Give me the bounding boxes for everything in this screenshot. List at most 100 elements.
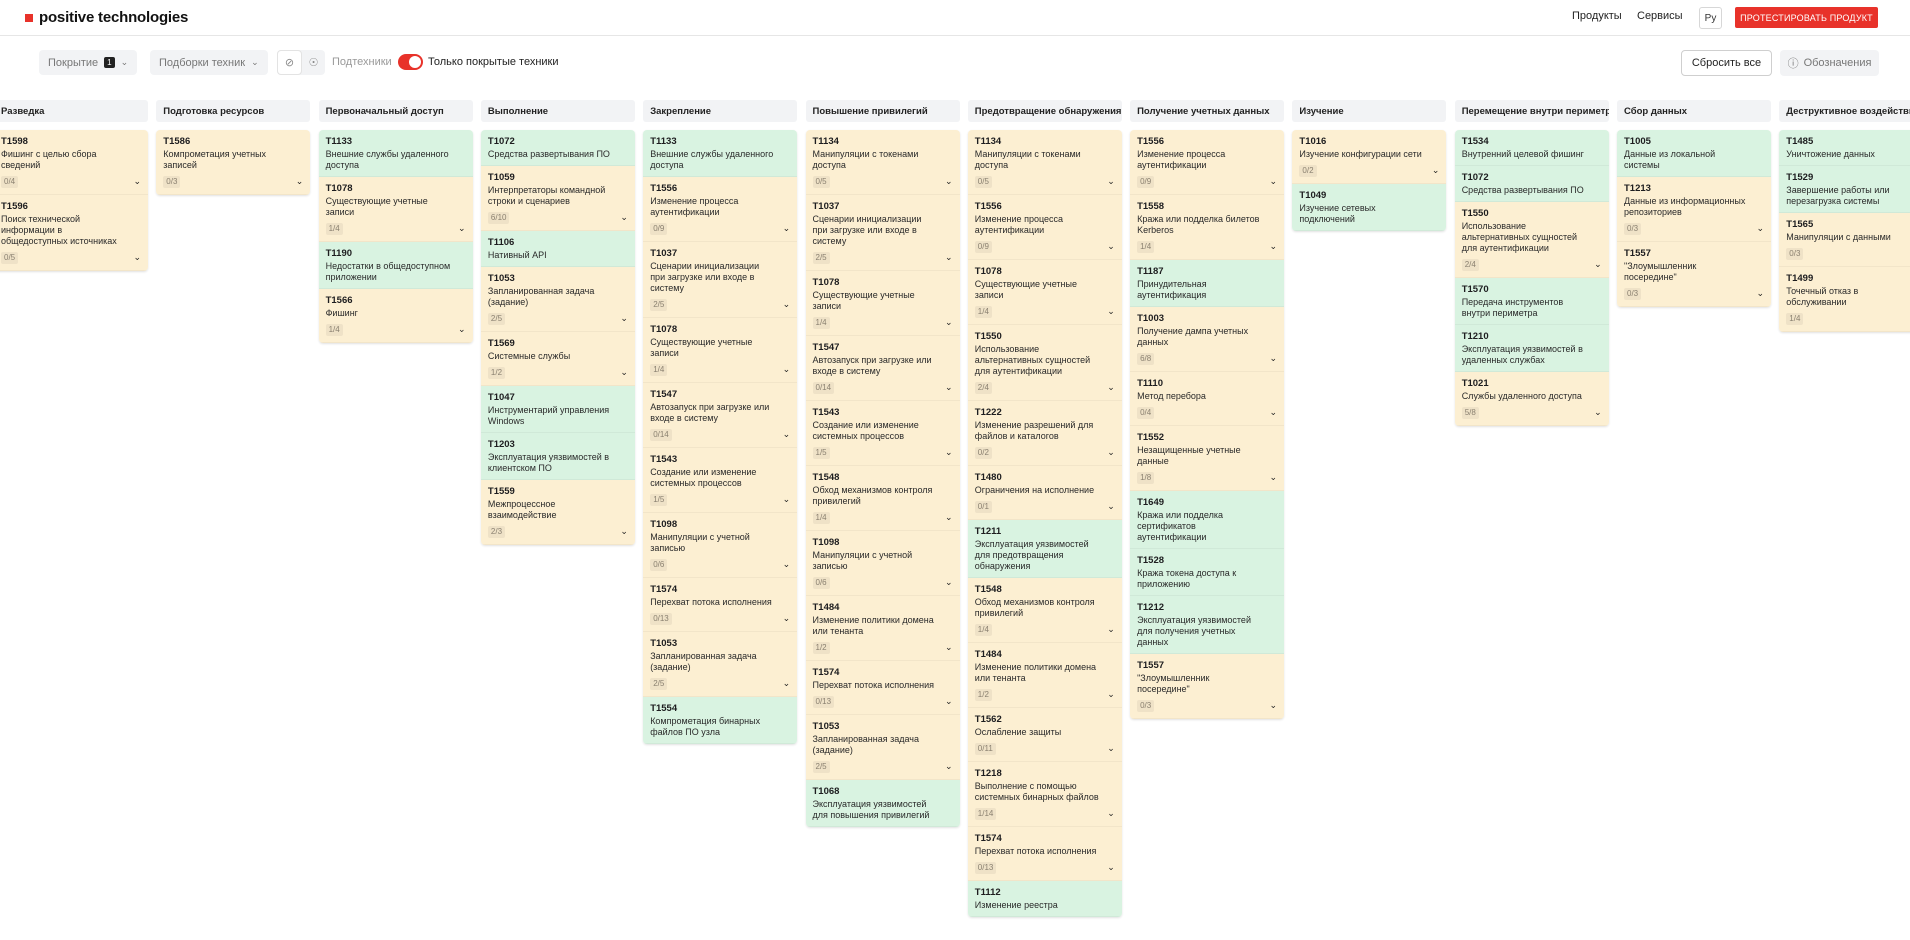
chevron-down-icon[interactable]: ⌄ bbox=[783, 364, 791, 375]
chevron-down-icon[interactable]: ⌄ bbox=[1107, 382, 1115, 393]
chevron-down-icon[interactable]: ⌄ bbox=[945, 382, 953, 393]
technique-card[interactable]: T1005 Данные из локальной системы bbox=[1617, 130, 1771, 177]
chevron-down-icon[interactable]: ⌄ bbox=[1594, 407, 1602, 418]
technique-card[interactable]: T1190 Недостатки в общедоступном приложен… bbox=[318, 242, 473, 289]
technique-card[interactable]: T1211 Эксплуатация уязвимостей для предот… bbox=[967, 520, 1122, 578]
technique-card[interactable]: T1548 Обход механизмов контроля привилеги… bbox=[967, 578, 1122, 643]
chevron-down-icon[interactable]: ⌄ bbox=[783, 613, 791, 624]
eye-off-icon[interactable]: ⊘ bbox=[277, 50, 302, 75]
chevron-down-icon[interactable]: ⌄ bbox=[945, 761, 953, 772]
reset-all-button[interactable]: Сбросить все bbox=[1681, 50, 1772, 76]
technique-card[interactable]: T1072 Средства развертывания ПО bbox=[1454, 166, 1609, 202]
technique-card[interactable]: T1053 Запланированная задача (задание) 2/5… bbox=[643, 632, 798, 697]
chevron-down-icon[interactable]: ⌄ bbox=[458, 324, 466, 335]
technique-card[interactable]: T1098 Манипуляции с учетной записью 0/6 ⌄ bbox=[805, 531, 960, 596]
technique-card[interactable]: T1203 Эксплуатация уязвимостей в клиентск… bbox=[480, 433, 635, 480]
technique-card[interactable]: T1213 Данные из информационных репозитори… bbox=[1617, 177, 1771, 242]
technique-card[interactable]: T1210 Эксплуатация уязвимостей в удаленны… bbox=[1454, 325, 1609, 372]
chevron-down-icon[interactable]: ⌄ bbox=[783, 429, 791, 440]
technique-card[interactable]: T1068 Эксплуатация уязвимостей для повыше… bbox=[805, 780, 960, 827]
chevron-down-icon[interactable]: ⌄ bbox=[1107, 501, 1115, 512]
chevron-down-icon[interactable]: ⌄ bbox=[1107, 306, 1115, 317]
nav-products[interactable]: Продукты bbox=[1572, 10, 1622, 22]
technique-card[interactable]: T1037 Сценарии инициализации при загрузке… bbox=[643, 242, 798, 318]
technique-card[interactable]: T1556 Изменение процесса аутентификации 0/… bbox=[643, 177, 798, 242]
chevron-down-icon[interactable]: ⌄ bbox=[1107, 176, 1115, 187]
technique-card[interactable]: T1134 Манипуляции с токенами доступа 0/5 ⌄ bbox=[805, 130, 960, 195]
technique-card[interactable]: T1596 Поиск технической информации в обще… bbox=[0, 195, 148, 271]
technique-card[interactable]: T1574 Перехват потока исполнения 0/13 ⌄ bbox=[643, 578, 798, 632]
technique-card[interactable]: T1558 Кража или подделка билетов Kerberos… bbox=[1130, 195, 1285, 260]
logo[interactable]: positive technologies bbox=[25, 9, 188, 26]
technique-card[interactable]: T1112 Изменение реестра bbox=[967, 881, 1122, 917]
technique-card[interactable]: T1218 Выполнение с помощью системных бина… bbox=[967, 762, 1122, 827]
technique-card[interactable]: T1222 Изменение разрешений для файлов и к… bbox=[967, 401, 1122, 466]
chevron-down-icon[interactable]: ⌄ bbox=[1270, 700, 1278, 711]
chevron-down-icon[interactable]: ⌄ bbox=[945, 512, 953, 523]
technique-card[interactable]: T1016 Изучение конфигурации сети 0/2 ⌄ bbox=[1292, 130, 1447, 184]
chevron-down-icon[interactable]: ⌄ bbox=[783, 494, 791, 505]
chevron-down-icon[interactable]: ⌄ bbox=[1756, 223, 1764, 234]
only-covered-toggle[interactable] bbox=[398, 54, 423, 70]
technique-card[interactable]: T1059 Интерпретаторы командной строки и с… bbox=[480, 166, 635, 231]
technique-card[interactable]: T1078 Существующие учетные записи 1/4 ⌄ bbox=[967, 260, 1122, 325]
technique-card[interactable]: T1562 Ослабление защиты 0/11 ⌄ bbox=[967, 708, 1122, 762]
chevron-down-icon[interactable]: ⌄ bbox=[1107, 689, 1115, 700]
technique-card[interactable]: T1552 Незащищенные учетные данные 1/8 ⌄ bbox=[1130, 426, 1285, 491]
technique-card[interactable]: T1134 Манипуляции с токенами доступа 0/5 ⌄ bbox=[967, 130, 1122, 195]
technique-card[interactable]: T1133 Внешние службы удаленного доступа bbox=[643, 130, 798, 177]
chevron-down-icon[interactable]: ⌄ bbox=[945, 447, 953, 458]
technique-card[interactable]: T1078 Существующие учетные записи 1/4 ⌄ bbox=[643, 318, 798, 383]
technique-card[interactable]: T1586 Компрометация учетных записей 0/3 ⌄ bbox=[156, 130, 311, 195]
technique-card[interactable]: T1078 Существующие учетные записи 1/4 ⌄ bbox=[318, 177, 473, 242]
technique-card[interactable]: T1053 Запланированная задача (задание) 2/5… bbox=[805, 715, 960, 780]
technique-card[interactable]: T1528 Кража токена доступа к приложению bbox=[1130, 549, 1285, 596]
technique-card[interactable]: T1566 Фишинг 1/4 ⌄ bbox=[318, 289, 473, 343]
technique-card[interactable]: T1212 Эксплуатация уязвимостей для получе… bbox=[1130, 596, 1285, 654]
chevron-down-icon[interactable]: ⌄ bbox=[133, 252, 141, 263]
technique-card[interactable]: T1078 Существующие учетные записи 1/4 ⌄ bbox=[805, 271, 960, 336]
chevron-down-icon[interactable]: ⌄ bbox=[783, 299, 791, 310]
technique-card[interactable]: T1556 Изменение процесса аутентификации 0/… bbox=[1130, 130, 1285, 195]
technique-card[interactable]: T1133 Внешние службы удаленного доступа bbox=[318, 130, 473, 177]
technique-card[interactable]: T1072 Средства развертывания ПО bbox=[480, 130, 635, 166]
technique-card[interactable]: T1556 Изменение процесса аутентификации 0/… bbox=[967, 195, 1122, 260]
chevron-down-icon[interactable]: ⌄ bbox=[620, 313, 628, 324]
technique-card[interactable]: T1049 Изучение сетевых подключений bbox=[1292, 184, 1447, 231]
chevron-down-icon[interactable]: ⌄ bbox=[783, 223, 791, 234]
chevron-down-icon[interactable]: ⌄ bbox=[945, 317, 953, 328]
technique-card[interactable]: T1574 Перехват потока исполнения 0/13 ⌄ bbox=[967, 827, 1122, 881]
technique-card[interactable]: T1098 Манипуляции с учетной записью 0/6 ⌄ bbox=[643, 513, 798, 578]
technique-card[interactable]: T1484 Изменение политики домена или тенан… bbox=[967, 643, 1122, 708]
chevron-down-icon[interactable]: ⌄ bbox=[1107, 743, 1115, 754]
technique-card[interactable]: T1649 Кража или подделка сертификатов аут… bbox=[1130, 491, 1285, 549]
technique-card[interactable]: T1548 Обход механизмов контроля привилеги… bbox=[805, 466, 960, 531]
technique-card[interactable]: T1557 "Злоумышленник посередине" 0/3 ⌄ bbox=[1617, 242, 1771, 307]
chevron-down-icon[interactable]: ⌄ bbox=[296, 176, 304, 187]
chevron-down-icon[interactable]: ⌄ bbox=[1594, 259, 1602, 270]
technique-card[interactable]: T1543 Создание или изменение системных пр… bbox=[643, 448, 798, 513]
technique-card[interactable]: T1187 Принудительная аутентификация bbox=[1130, 260, 1285, 307]
technique-card[interactable]: T1037 Сценарии инициализации при загрузке… bbox=[805, 195, 960, 271]
chevron-down-icon[interactable]: ⌄ bbox=[620, 212, 628, 223]
chevron-down-icon[interactable]: ⌄ bbox=[1270, 472, 1278, 483]
chevron-down-icon[interactable]: ⌄ bbox=[1107, 808, 1115, 819]
chevron-down-icon[interactable]: ⌄ bbox=[945, 642, 953, 653]
chevron-down-icon[interactable]: ⌄ bbox=[1107, 624, 1115, 635]
selections-dropdown[interactable]: Подборки техник ⌄ bbox=[150, 50, 268, 75]
technique-card[interactable]: T1547 Автозапуск при загрузке или входе в… bbox=[643, 383, 798, 448]
technique-card[interactable]: T1569 Системные службы 1/2 ⌄ bbox=[480, 332, 635, 386]
technique-card[interactable]: T1110 Метод перебора 0/4 ⌄ bbox=[1130, 372, 1285, 426]
technique-card[interactable]: T1565Манипуляции с данными0/3⌄ bbox=[1779, 213, 1910, 267]
chevron-down-icon[interactable]: ⌄ bbox=[1270, 353, 1278, 364]
chevron-down-icon[interactable]: ⌄ bbox=[133, 176, 141, 187]
eye-icon[interactable]: ☉ bbox=[302, 50, 325, 75]
test-product-button[interactable]: ПРОТЕСТИРОВАТЬ ПРОДУКТ bbox=[1735, 7, 1878, 28]
technique-card[interactable]: T1529 Завершение работы или перезагрузка … bbox=[1779, 166, 1910, 213]
technique-card[interactable]: T1598 Фишинг с целью сбора сведений 0/4 ⌄ bbox=[0, 130, 148, 195]
legend-button[interactable]: ⓘ Обозначения bbox=[1780, 50, 1879, 76]
technique-card[interactable]: T1047 Инструментарий управления Windows bbox=[480, 386, 635, 433]
technique-card[interactable]: T1053 Запланированная задача (задание) 2/5… bbox=[480, 267, 635, 332]
technique-card[interactable]: T1550 Использование альтернативных сущнос… bbox=[967, 325, 1122, 401]
chevron-down-icon[interactable]: ⌄ bbox=[1107, 241, 1115, 252]
